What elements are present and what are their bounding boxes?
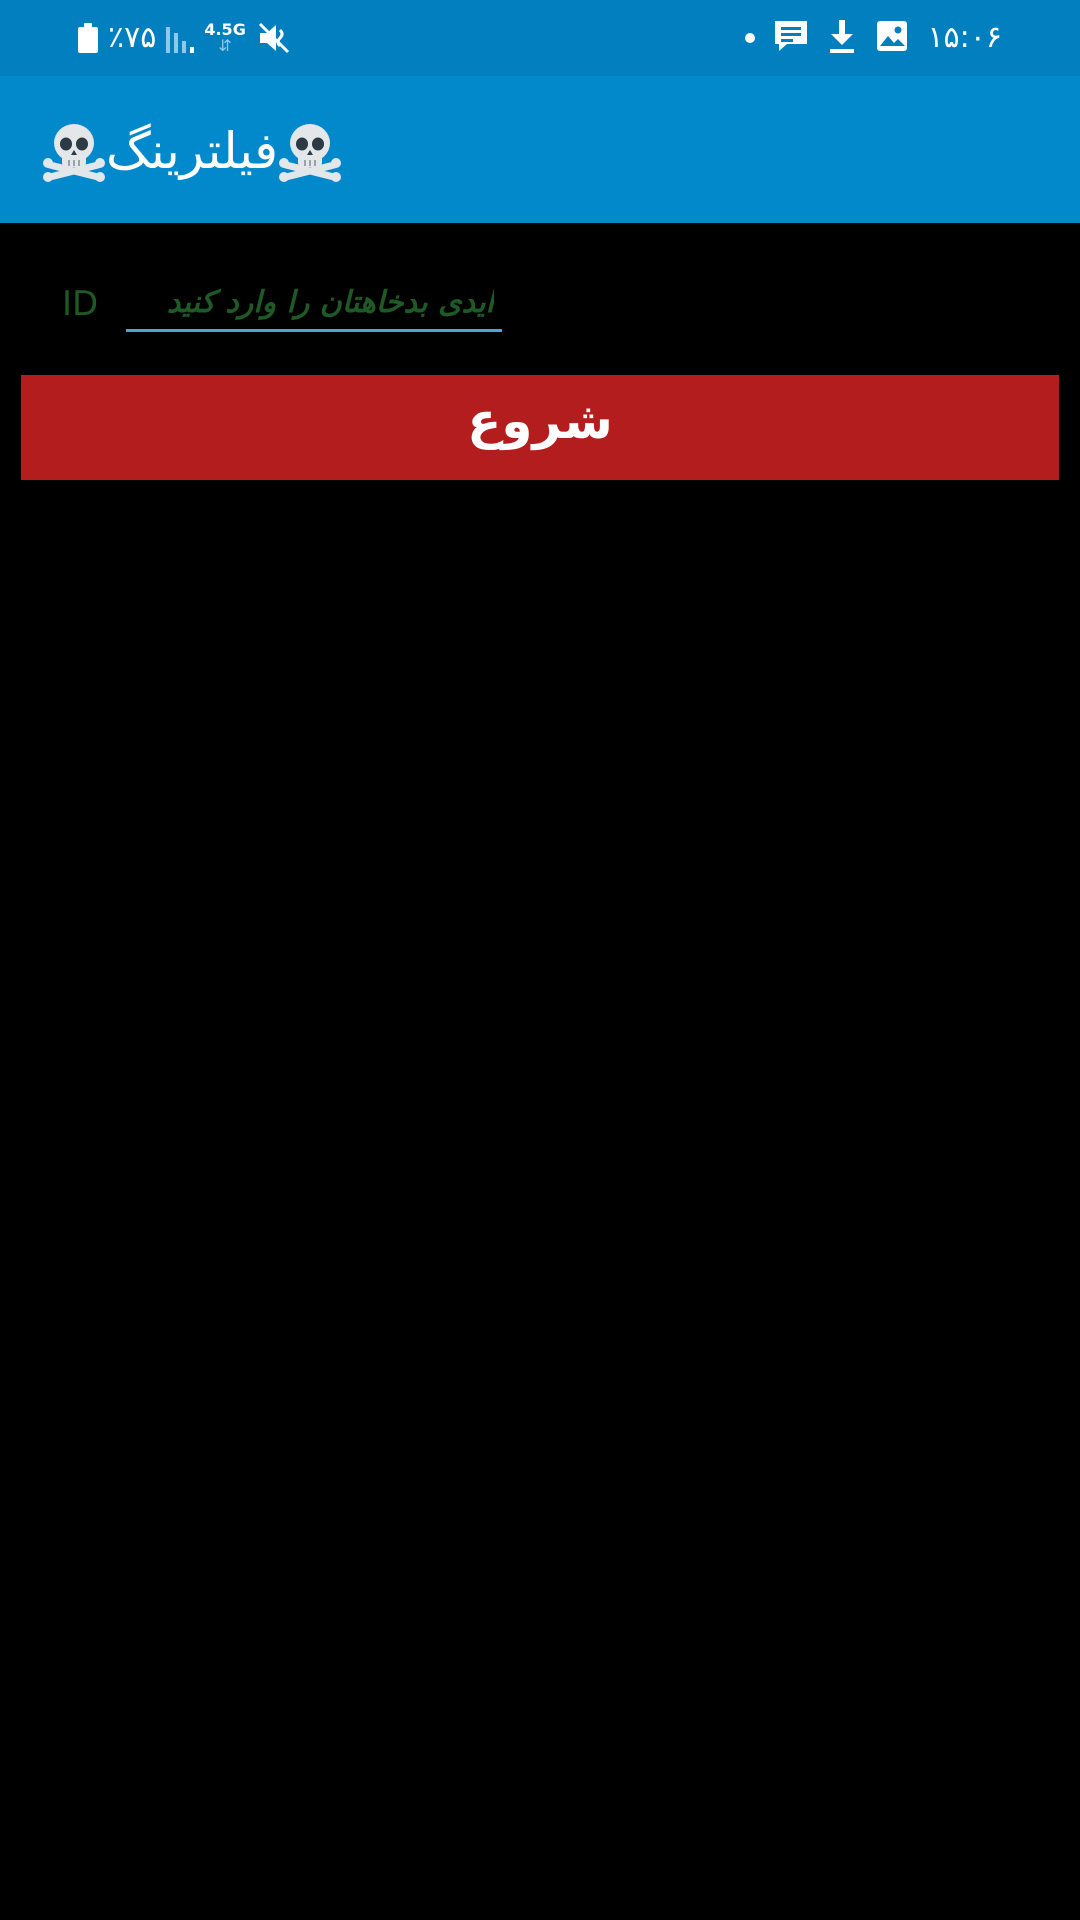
- network-4.5g-icon: 4.5G ⇵: [204, 22, 245, 54]
- download-icon: [827, 18, 857, 58]
- skull-crossbones-icon: [42, 119, 106, 183]
- battery-percent: ٪۷۵: [108, 20, 157, 55]
- status-bar-left: ٪۷۵ 4.5G ⇵: [78, 14, 292, 62]
- image-icon: [875, 19, 909, 57]
- id-input[interactable]: [126, 280, 502, 332]
- app-bar: فیلترینگ: [0, 76, 1080, 223]
- dot-icon: [745, 33, 756, 43]
- signal-icon: [166, 23, 195, 53]
- network-arrows: ⇵: [218, 36, 232, 55]
- status-bar: ٪۷۵ 4.5G ⇵ ۱۵:۰۶: [0, 0, 1080, 76]
- id-row: ID: [0, 280, 1080, 340]
- skull-crossbones-icon: [278, 119, 342, 183]
- clock: ۱۵:۰۶: [927, 20, 1002, 55]
- battery-icon: [78, 23, 98, 53]
- id-label: ID: [62, 284, 99, 324]
- start-button[interactable]: شروع: [21, 375, 1059, 480]
- status-bar-right: ۱۵:۰۶: [745, 14, 1002, 62]
- screen: ٪۷۵ 4.5G ⇵ ۱۵:۰۶ فیلترینگ ID ایدی بدخاهت…: [0, 0, 1080, 1920]
- mute-icon: [256, 20, 292, 56]
- message-icon: [773, 18, 809, 58]
- app-title-text: فیلترینگ: [106, 122, 278, 180]
- page-title: فیلترینگ: [42, 116, 342, 186]
